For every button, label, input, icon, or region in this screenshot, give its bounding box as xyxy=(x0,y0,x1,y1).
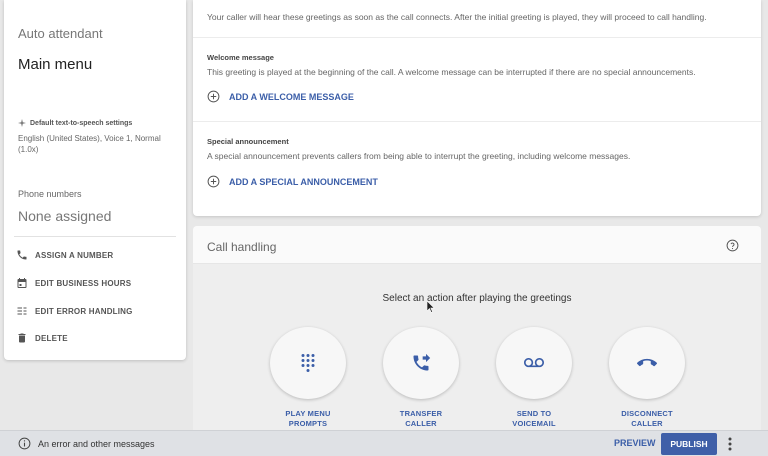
option-circle[interactable] xyxy=(270,327,346,399)
add-welcome-message-label: ADD A WELCOME MESSAGE xyxy=(229,91,354,102)
tts-heading: Default text-to-speech settings xyxy=(18,119,132,127)
send-to-voicemail-label: SEND TO VOICEMAIL xyxy=(492,409,576,429)
option-label-line: TRANSFER xyxy=(399,409,443,418)
delete-label: DELETE xyxy=(35,333,68,343)
welcome-message-title: Welcome message xyxy=(207,53,274,62)
voicemail-icon xyxy=(524,358,544,368)
call-handling-header: Call handling xyxy=(193,226,761,264)
play-menu-prompts-option[interactable]: PLAY MENU PROMPTS xyxy=(266,327,350,429)
option-label-line: SEND TO xyxy=(516,409,552,418)
panel-title: Main menu xyxy=(18,56,93,73)
disconnect-caller-option[interactable]: DISCONNECT CALLER xyxy=(605,327,689,429)
divider xyxy=(14,236,176,237)
welcome-message-description: This greeting is played at the beginning… xyxy=(207,67,696,77)
edit-business-hours-button[interactable]: EDIT BUSINESS HOURS xyxy=(16,275,131,291)
info-icon[interactable] xyxy=(18,437,31,450)
phone-numbers-label: Phone numbers xyxy=(18,189,82,199)
sparkle-icon xyxy=(18,119,26,127)
mouse-cursor-icon xyxy=(427,301,435,313)
option-label-line: PROMPTS xyxy=(288,419,328,428)
disconnect-caller-label: DISCONNECT CALLER xyxy=(605,409,689,429)
calendar-icon xyxy=(17,278,27,288)
dialpad-icon xyxy=(301,354,315,372)
divider xyxy=(193,37,761,38)
publish-button[interactable]: PUBLISH xyxy=(661,433,717,455)
play-menu-prompts-label: PLAY MENU PROMPTS xyxy=(266,409,350,429)
greetings-card: Your caller will hear these greetings as… xyxy=(193,0,761,216)
trash-icon xyxy=(18,333,26,343)
option-circle[interactable] xyxy=(383,327,459,399)
add-welcome-message-button[interactable]: ADD A WELCOME MESSAGE xyxy=(207,90,354,103)
option-label-line: PLAY MENU xyxy=(285,409,331,418)
transfer-caller-option[interactable]: TRANSFER CALLER xyxy=(379,327,463,429)
call-handling-prompt: Select an action after playing the greet… xyxy=(382,293,572,304)
send-to-voicemail-option[interactable]: SEND TO VOICEMAIL xyxy=(492,327,576,429)
call-handling-title: Call handling xyxy=(207,240,277,254)
preview-button[interactable]: PREVIEW xyxy=(614,438,656,448)
add-special-announcement-label: ADD A SPECIAL ANNOUNCEMENT xyxy=(229,176,378,187)
messages-link[interactable]: An error and other messages xyxy=(38,439,155,449)
add-circle-icon xyxy=(207,90,220,103)
help-icon[interactable] xyxy=(726,239,739,252)
add-circle-icon xyxy=(207,175,220,188)
option-label-line: CALLER xyxy=(631,419,663,428)
tts-heading-label: Default text-to-speech settings xyxy=(30,119,133,127)
call-end-icon xyxy=(637,358,657,367)
option-label-line: VOICEMAIL xyxy=(512,419,556,428)
option-label-line: DISCONNECT xyxy=(621,409,673,418)
phone-icon xyxy=(17,250,27,260)
greetings-intro: Your caller will hear these greetings as… xyxy=(207,12,707,22)
more-vert-icon[interactable] xyxy=(726,436,734,452)
transfer-caller-label: TRANSFER CALLER xyxy=(379,409,463,429)
divider xyxy=(193,121,761,122)
option-circle[interactable] xyxy=(609,327,685,399)
special-announcement-title: Special announcement xyxy=(207,137,289,146)
assign-number-button[interactable]: ASSIGN A NUMBER xyxy=(16,247,113,263)
phone-forward-icon xyxy=(413,353,431,371)
left-panel: Auto attendant Main menu Default text-to… xyxy=(4,0,186,360)
delete-button[interactable]: DELETE xyxy=(16,330,68,346)
phone-numbers-value: None assigned xyxy=(18,208,112,224)
tts-value: English (United States), Voice 1, Normal… xyxy=(18,134,161,154)
special-announcement-description: A special announcement prevents callers … xyxy=(207,151,631,161)
option-circle[interactable] xyxy=(496,327,572,399)
assign-number-label: ASSIGN A NUMBER xyxy=(35,250,114,260)
panel-category: Auto attendant xyxy=(18,26,103,41)
call-handling-card: Call handling Select an action after pla… xyxy=(193,226,761,430)
option-label-line: CALLER xyxy=(405,419,437,428)
list-edit-icon xyxy=(17,307,27,315)
edit-error-handling-label: EDIT ERROR HANDLING xyxy=(35,306,133,316)
add-special-announcement-button[interactable]: ADD A SPECIAL ANNOUNCEMENT xyxy=(207,175,378,188)
edit-error-handling-button[interactable]: EDIT ERROR HANDLING xyxy=(16,303,133,319)
bottom-bar: An error and other messages PREVIEW PUBL… xyxy=(0,430,768,456)
edit-business-hours-label: EDIT BUSINESS HOURS xyxy=(35,278,132,288)
